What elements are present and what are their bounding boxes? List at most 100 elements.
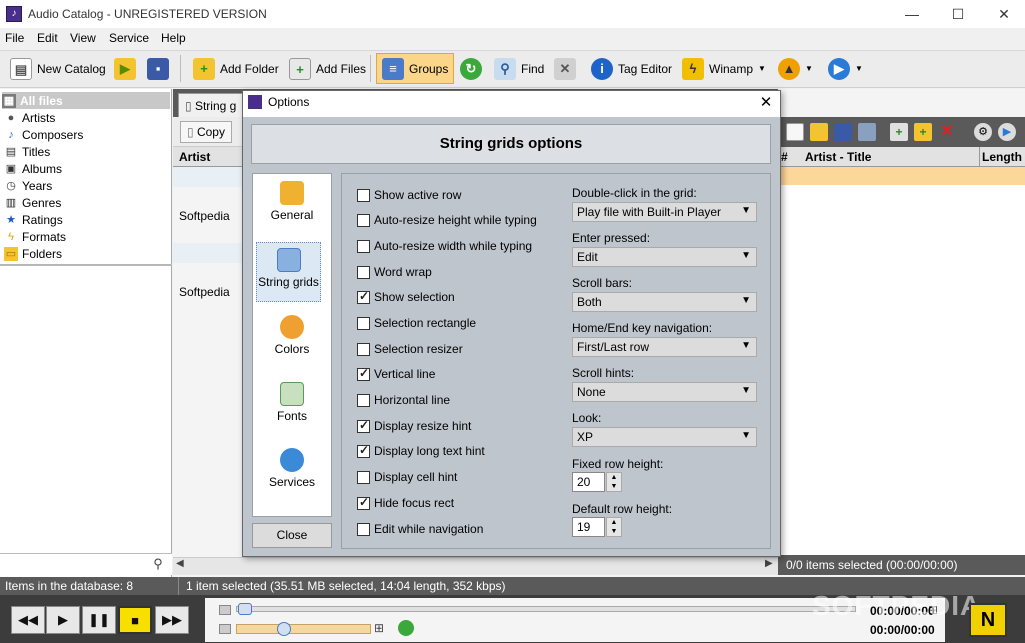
aimp-button[interactable]: ▲ ▼ xyxy=(772,53,819,84)
checkbox-vertical-line[interactable]: Vertical line xyxy=(357,366,435,382)
add-files-button[interactable]: + Add Files xyxy=(283,53,372,84)
save-button[interactable]: ▪ xyxy=(141,53,175,84)
double-click-select[interactable]: Play file with Built-in Player ▼ xyxy=(572,202,757,222)
nav-services[interactable]: Services xyxy=(253,443,331,503)
checkbox-display-resize-hint[interactable]: Display resize hint xyxy=(357,418,471,434)
print-icon[interactable] xyxy=(858,123,876,141)
add-folder-icon[interactable]: + xyxy=(914,123,932,141)
checkbox-auto-resize-width[interactable]: Auto-resize width while typing xyxy=(357,238,532,254)
fixed-row-height-input[interactable]: 20 xyxy=(572,472,605,492)
horizontal-scrollbar[interactable] xyxy=(173,557,778,575)
checkbox-edit-while-navigation[interactable]: Edit while navigation xyxy=(357,521,483,537)
artist-cell[interactable]: Softpedia xyxy=(179,285,230,299)
checkbox-box[interactable] xyxy=(357,393,370,407)
column-artist-title[interactable]: Artist - Title xyxy=(805,150,871,164)
tree-item-genres[interactable]: ▥ Genres xyxy=(4,194,168,211)
checkbox-box[interactable] xyxy=(357,366,370,381)
column-number[interactable]: # xyxy=(781,150,788,164)
checkbox-hide-focus-rect[interactable]: Hide focus rect xyxy=(357,495,454,511)
home-end-select[interactable]: First/Last row ▼ xyxy=(572,337,757,357)
tag-editor-button[interactable]: i Tag Editor xyxy=(585,53,678,84)
look-select[interactable]: XP ▼ xyxy=(572,427,757,447)
checkbox-display-cell-hint[interactable]: Display cell hint xyxy=(357,469,457,485)
scroll-right-icon[interactable]: ▶ xyxy=(765,558,773,569)
checkbox-word-wrap[interactable]: Word wrap xyxy=(357,264,432,280)
copy-button[interactable]: ▯ Copy xyxy=(180,121,232,143)
tree-item-artists[interactable]: ● Artists xyxy=(4,109,168,126)
add-file-icon[interactable]: + xyxy=(890,123,908,141)
checkbox-selection-rectangle[interactable]: Selection rectangle xyxy=(357,315,476,331)
add-folder-button[interactable]: + Add Folder xyxy=(187,53,285,84)
volume-slider[interactable] xyxy=(236,624,371,634)
default-row-height-stepper[interactable]: ▲ ▼ xyxy=(606,517,622,537)
open-button[interactable]: ▶ xyxy=(108,53,142,84)
tree-item-ratings[interactable]: ★ Ratings xyxy=(4,211,168,228)
volume-up-icon[interactable]: ⊞ xyxy=(374,621,384,635)
volume-down-icon[interactable] xyxy=(219,624,231,634)
checkbox-display-long-text-hint[interactable]: Display long text hint xyxy=(357,443,485,459)
checkbox-show-selection[interactable]: Show selection xyxy=(357,289,455,305)
pause-button[interactable]: ❚❚ xyxy=(82,606,116,634)
tree-item-titles[interactable]: ▤ Titles xyxy=(4,143,168,160)
tree-item-years[interactable]: ◷ Years xyxy=(4,177,168,194)
checkbox-box[interactable] xyxy=(357,289,370,304)
player-logo-icon[interactable]: N xyxy=(969,603,1007,637)
checkbox-box[interactable] xyxy=(357,265,370,279)
checkbox-box[interactable] xyxy=(357,239,370,253)
checkbox-box[interactable] xyxy=(357,316,370,330)
menu-edit[interactable]: Edit xyxy=(37,31,58,45)
minimize-icon[interactable]: — xyxy=(889,0,935,28)
tree-item-albums[interactable]: ▣ Albums xyxy=(4,160,168,177)
dialog-close-icon[interactable]: ✕ xyxy=(752,91,780,115)
maximize-icon[interactable]: ☐ xyxy=(935,0,981,28)
column-length[interactable]: Length xyxy=(982,150,1022,164)
tree-item-all-files[interactable]: ▦ All files xyxy=(2,92,170,109)
nav-fonts[interactable]: Fonts xyxy=(253,377,331,437)
winamp-button[interactable]: ϟ Winamp ▼ xyxy=(676,53,772,84)
scroll-hints-select[interactable]: None ▼ xyxy=(572,382,757,402)
playlist-row[interactable] xyxy=(778,167,1025,185)
open-playlist-icon[interactable] xyxy=(810,123,828,141)
new-playlist-icon[interactable] xyxy=(786,123,804,141)
tree-item-formats[interactable]: ϟ Formats xyxy=(4,228,168,245)
menu-help[interactable]: Help xyxy=(161,31,186,45)
settings-icon[interactable]: ⚙ xyxy=(974,123,992,141)
menu-file[interactable]: File xyxy=(5,31,24,45)
seek-bar[interactable] xyxy=(236,606,856,612)
checkbox-box[interactable] xyxy=(357,495,370,510)
checkbox-box[interactable] xyxy=(357,213,370,227)
find-button[interactable]: ⚲ Find xyxy=(488,53,550,84)
play-button[interactable]: ▶ xyxy=(46,606,80,634)
repeat-icon[interactable] xyxy=(398,620,414,636)
artist-cell[interactable]: Softpedia xyxy=(179,209,230,223)
stop-button[interactable]: ■ xyxy=(118,606,152,634)
checkbox-auto-resize-height[interactable]: Auto-resize height while typing xyxy=(357,212,537,228)
new-catalog-button[interactable]: ▤ New Catalog xyxy=(4,53,112,84)
checkbox-horizontal-line[interactable]: Horizontal line xyxy=(357,392,450,408)
tree-search-input[interactable] xyxy=(0,553,172,575)
nav-string-grids[interactable]: String grids xyxy=(256,242,321,302)
default-row-height-input[interactable]: 19 xyxy=(572,517,605,537)
nav-general[interactable]: General xyxy=(253,176,331,236)
groups-button[interactable]: ≡ Groups xyxy=(376,53,455,84)
scroll-left-icon[interactable]: ◀ xyxy=(176,558,184,569)
volume-handle[interactable] xyxy=(277,622,291,636)
nav-colors[interactable]: Colors xyxy=(253,310,331,370)
fixed-row-height-stepper[interactable]: ▲ ▼ xyxy=(606,472,622,492)
refresh-button[interactable]: ↻ xyxy=(454,53,488,84)
tab-string-grids[interactable]: ▯ String g xyxy=(178,93,248,117)
save-playlist-icon[interactable] xyxy=(834,123,852,141)
search-icon[interactable]: ⚲ xyxy=(148,556,168,574)
checkbox-box[interactable] xyxy=(357,522,370,536)
tree-item-folders[interactable]: ▭ Folders xyxy=(4,245,168,262)
scroll-bars-select[interactable]: Both ▼ xyxy=(572,292,757,312)
rewind-button[interactable]: ◀◀ xyxy=(11,606,45,634)
panel-splitter[interactable] xyxy=(0,264,172,266)
checkbox-box[interactable] xyxy=(357,470,370,484)
close-button[interactable]: Close xyxy=(252,523,332,548)
forward-button[interactable]: ▶▶ xyxy=(155,606,189,634)
column-artist[interactable]: Artist xyxy=(179,150,210,164)
enter-pressed-select[interactable]: Edit ▼ xyxy=(572,247,757,267)
player-select-button[interactable]: ▶ ▼ xyxy=(822,53,869,84)
play-icon[interactable]: ▶ xyxy=(998,123,1016,141)
